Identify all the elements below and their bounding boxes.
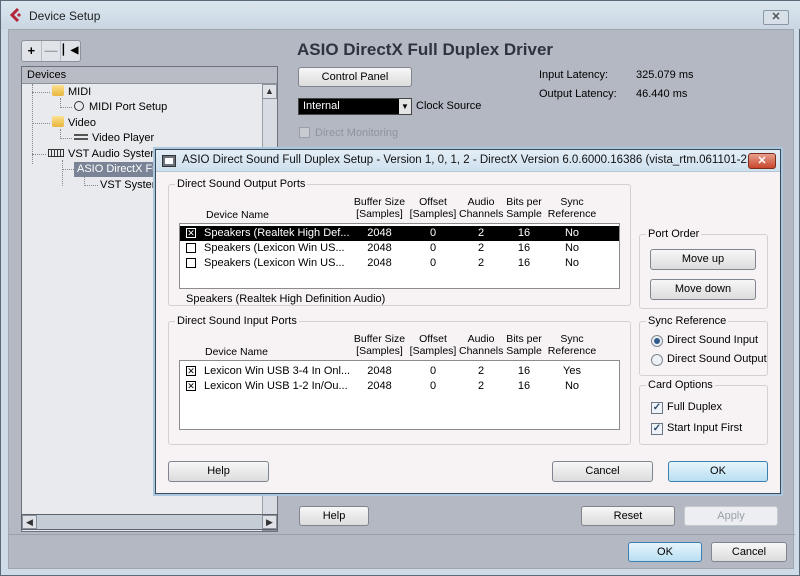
- input-latency-value: 325.079 ms: [636, 69, 694, 81]
- output-port-row[interactable]: ✕ Speakers (Realtek High Def... 2048 0 2…: [180, 226, 619, 241]
- col-audio-channels: Audio Channels: [459, 196, 504, 220]
- folder-icon: [52, 85, 64, 96]
- card-options-title: Card Options: [646, 379, 715, 391]
- scroll-up-icon[interactable]: ▲: [262, 84, 277, 99]
- col-audio-channels: Audio Channels: [459, 333, 504, 357]
- input-port-row[interactable]: ✕ Lexicon Win USB 3-4 In Onl... 2048 0 2…: [180, 364, 619, 379]
- remove-device-button[interactable]: —: [42, 41, 62, 61]
- dialog-ok-button[interactable]: OK: [668, 461, 768, 482]
- tree-item-vst-audio-system[interactable]: VST Audio Systen: [48, 147, 156, 162]
- direct-monitoring-label: Direct Monitoring: [315, 127, 399, 139]
- card-options-group: Card Options ✓ Full Duplex ✓ Start Input…: [639, 379, 768, 445]
- full-duplex-label: Full Duplex: [667, 401, 723, 413]
- col-sync-reference: Sync Reference: [547, 333, 597, 357]
- folder-icon: [52, 116, 64, 127]
- col-offset: Offset [Samples]: [409, 333, 457, 357]
- scroll-right-icon[interactable]: ▶: [262, 515, 277, 529]
- cubase-logo-icon: [9, 8, 21, 22]
- driver-title: ASIO DirectX Full Duplex Driver: [297, 40, 554, 59]
- dialog-title: ASIO Direct Sound Full Duplex Setup - Ve…: [182, 154, 757, 166]
- sync-input-radio[interactable]: [651, 335, 663, 347]
- footer-divider: [9, 534, 795, 535]
- output-latency-label: Output Latency:: [539, 88, 617, 100]
- dialog-cancel-button[interactable]: Cancel: [552, 461, 653, 482]
- dialog-title-bar[interactable]: ASIO Direct Sound Full Duplex Setup - Ve…: [156, 150, 780, 172]
- video-player-icon: [74, 134, 88, 140]
- control-panel-button[interactable]: Control Panel: [298, 67, 412, 87]
- input-ports-title: Direct Sound Input Ports: [175, 315, 299, 327]
- reset-button[interactable]: Reset: [581, 506, 675, 526]
- ok-button[interactable]: OK: [628, 542, 702, 562]
- tree-item-video-player[interactable]: Video Player: [74, 131, 154, 146]
- col-bits-per-sample: Bits per Sample: [506, 196, 542, 220]
- col-buffer-size: Buffer Size [Samples]: [353, 333, 406, 357]
- reset-device-button[interactable]: ▏◀: [61, 41, 80, 61]
- port-order-group: Port Order Move up Move down: [639, 228, 768, 309]
- port-enabled-checkbox[interactable]: ✕: [186, 381, 196, 391]
- col-bits-per-sample: Bits per Sample: [506, 333, 542, 357]
- clock-source-select[interactable]: Internal ▼: [298, 98, 412, 115]
- output-ports-title: Direct Sound Output Ports: [175, 178, 308, 190]
- input-latency-label: Input Latency:: [539, 69, 609, 81]
- apply-button[interactable]: Apply: [684, 506, 778, 526]
- tree-horizontal-scrollbar[interactable]: ◀ ▶: [21, 514, 278, 530]
- port-enabled-checkbox[interactable]: ✕: [186, 228, 196, 238]
- tree-item-video[interactable]: Video: [52, 116, 96, 131]
- output-ports-group: Direct Sound Output Ports Device Name Bu…: [168, 178, 631, 306]
- driver-help-button[interactable]: Help: [299, 506, 369, 526]
- start-input-first-checkbox[interactable]: ✓: [651, 423, 663, 435]
- col-device-name: Device Name: [206, 209, 270, 221]
- output-ports-list[interactable]: ✕ Speakers (Realtek High Def... 2048 0 2…: [179, 223, 620, 289]
- input-ports-list[interactable]: ✕ Lexicon Win USB 3-4 In Onl... 2048 0 2…: [179, 360, 620, 430]
- cancel-button[interactable]: Cancel: [711, 542, 787, 562]
- direct-monitoring-checkbox[interactable]: [299, 127, 310, 138]
- window-title-bar[interactable]: Device Setup ✕: [1, 1, 800, 29]
- input-port-row[interactable]: ✕ Lexicon Win USB 1-2 In/Ou... 2048 0 2 …: [180, 379, 619, 394]
- col-device-name: Device Name: [205, 346, 269, 358]
- output-port-row[interactable]: Speakers (Lexicon Win US... 2048 0 2 16 …: [180, 256, 619, 271]
- input-ports-group: Direct Sound Input Ports Device Name Buf…: [168, 315, 631, 445]
- tree-item-midi-port-setup[interactable]: MIDI Port Setup: [74, 100, 167, 115]
- asio-directsound-setup-dialog: ASIO Direct Sound Full Duplex Setup - Ve…: [155, 149, 781, 494]
- devices-tree-header: Devices: [22, 67, 277, 84]
- col-buffer-size: Buffer Size [Samples]: [353, 196, 406, 220]
- sync-reference-group: Sync Reference Direct Sound Input Direct…: [639, 315, 768, 376]
- scroll-left-icon[interactable]: ◀: [22, 515, 37, 529]
- sync-input-label: Direct Sound Input: [667, 334, 759, 346]
- window-title: Device Setup: [29, 9, 101, 23]
- col-sync-reference: Sync Reference: [547, 196, 597, 220]
- add-device-button[interactable]: +: [22, 41, 42, 61]
- col-offset: Offset [Samples]: [409, 196, 457, 220]
- app-window-icon: [162, 155, 176, 167]
- output-port-row[interactable]: Speakers (Lexicon Win US... 2048 0 2 16 …: [180, 241, 619, 256]
- sync-output-label: Direct Sound Output: [667, 353, 767, 365]
- port-enabled-checkbox[interactable]: ✕: [186, 366, 196, 376]
- close-icon[interactable]: ✕: [763, 10, 789, 25]
- sync-reference-title: Sync Reference: [646, 315, 729, 327]
- selected-output-port-name: Speakers (Realtek High Definition Audio): [186, 293, 386, 305]
- tree-toolbar: + — ▏◀: [21, 40, 81, 62]
- vst-audio-icon: [48, 149, 64, 157]
- move-down-button[interactable]: Move down: [650, 279, 756, 300]
- port-order-title: Port Order: [646, 228, 702, 240]
- tree-item-asio-directx[interactable]: ASIO DirectX Fu: [74, 162, 162, 177]
- port-enabled-checkbox[interactable]: [186, 258, 196, 268]
- tree-item-vst-system[interactable]: VST Systen: [100, 178, 158, 193]
- sync-output-radio[interactable]: [651, 354, 663, 366]
- clock-source-label: Clock Source: [416, 100, 482, 112]
- dialog-help-button[interactable]: Help: [168, 461, 269, 482]
- dialog-close-icon[interactable]: ✕: [748, 153, 776, 169]
- midi-port-icon: [74, 101, 84, 111]
- tree-item-midi[interactable]: MIDI: [52, 85, 91, 100]
- start-input-first-label: Start Input First: [667, 422, 743, 434]
- output-latency-value: 46.440 ms: [636, 88, 688, 100]
- full-duplex-checkbox[interactable]: ✓: [651, 402, 663, 414]
- move-up-button[interactable]: Move up: [650, 249, 756, 270]
- chevron-down-icon[interactable]: ▼: [399, 99, 411, 114]
- port-enabled-checkbox[interactable]: [186, 243, 196, 253]
